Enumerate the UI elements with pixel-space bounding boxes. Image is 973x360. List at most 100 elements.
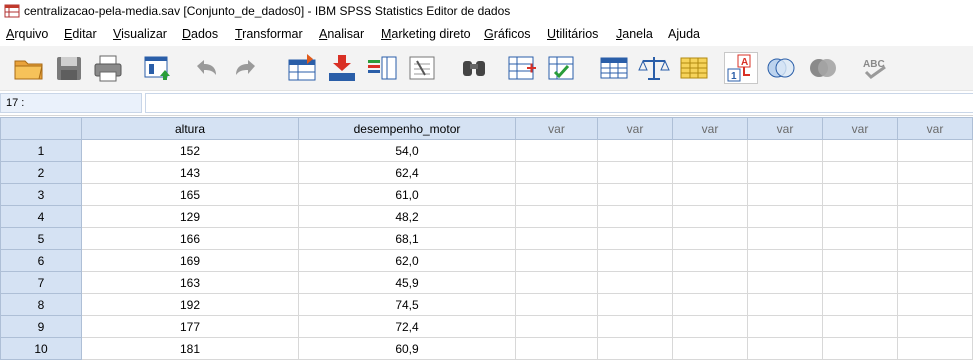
cell-empty[interactable] [822, 271, 898, 294]
cell-empty[interactable] [672, 293, 748, 316]
cell-empty[interactable] [597, 139, 673, 162]
cell-altura[interactable]: 177 [81, 315, 299, 338]
save-icon[interactable] [52, 52, 86, 84]
cell-desempenho-motor[interactable]: 62,0 [298, 249, 516, 272]
column-header-desempenho-motor[interactable]: desempenho_motor [298, 117, 516, 140]
cell-empty[interactable] [515, 227, 598, 250]
cell-empty[interactable] [747, 161, 823, 184]
cell-desempenho-motor[interactable]: 60,9 [298, 337, 516, 360]
cell-altura[interactable]: 166 [81, 227, 299, 250]
cell-empty[interactable] [747, 293, 823, 316]
menu-editar[interactable]: Editar [64, 27, 97, 41]
cell-desempenho-motor[interactable]: 68,1 [298, 227, 516, 250]
cell-desempenho-motor[interactable]: 62,4 [298, 161, 516, 184]
undo-icon[interactable] [189, 52, 223, 84]
cell-empty[interactable] [672, 139, 748, 162]
cell-empty[interactable] [897, 315, 973, 338]
cell-empty[interactable] [747, 315, 823, 338]
cell-empty[interactable] [597, 183, 673, 206]
find-icon[interactable] [457, 52, 491, 84]
cell-altura[interactable]: 192 [81, 293, 299, 316]
cell-empty[interactable] [822, 183, 898, 206]
cell-empty[interactable] [515, 139, 598, 162]
menu-transformar[interactable]: Transformar [235, 27, 303, 41]
cell-altura[interactable]: 169 [81, 249, 299, 272]
row-number-header[interactable]: 9 [0, 315, 82, 338]
cell-empty[interactable] [822, 161, 898, 184]
menu-graficos[interactable]: Gráficos [484, 27, 531, 41]
split-file-icon[interactable] [597, 52, 631, 84]
cell-empty[interactable] [515, 271, 598, 294]
cell-empty[interactable] [897, 227, 973, 250]
cell-altura[interactable]: 181 [81, 337, 299, 360]
row-number-header[interactable]: 7 [0, 271, 82, 294]
cell-empty[interactable] [897, 139, 973, 162]
cell-desempenho-motor[interactable]: 72,4 [298, 315, 516, 338]
menu-dados[interactable]: Dados [182, 27, 218, 41]
cell-value-input[interactable] [145, 93, 973, 113]
open-folder-icon[interactable] [12, 52, 46, 84]
cell-empty[interactable] [515, 183, 598, 206]
cell-desempenho-motor[interactable]: 74,5 [298, 293, 516, 316]
spell-check-icon[interactable]: ABC [858, 52, 892, 84]
column-header-var[interactable]: var [747, 117, 823, 140]
variables-icon[interactable] [365, 52, 399, 84]
go-to-case-icon[interactable] [285, 52, 319, 84]
cell-empty[interactable] [897, 337, 973, 360]
recall-dialog-icon[interactable] [141, 52, 175, 84]
cell-empty[interactable] [672, 183, 748, 206]
cell-empty[interactable] [597, 293, 673, 316]
cell-empty[interactable] [897, 293, 973, 316]
cell-empty[interactable] [897, 205, 973, 228]
cell-empty[interactable] [822, 249, 898, 272]
row-number-header[interactable]: 8 [0, 293, 82, 316]
menu-ajuda[interactable]: Ajuda [668, 27, 700, 41]
cell-empty[interactable] [822, 315, 898, 338]
value-labels-icon[interactable]: A1 [724, 52, 758, 84]
column-header-var[interactable]: var [897, 117, 973, 140]
show-all-variables-icon[interactable] [806, 52, 840, 84]
row-number-header[interactable]: 3 [0, 183, 82, 206]
menu-utilitarios[interactable]: Utilitários [547, 27, 598, 41]
grid-corner[interactable] [0, 117, 82, 140]
go-to-variable-icon[interactable] [325, 52, 359, 84]
print-icon[interactable] [91, 52, 125, 84]
redo-icon[interactable] [229, 52, 263, 84]
cell-empty[interactable] [747, 139, 823, 162]
cell-empty[interactable] [597, 271, 673, 294]
cell-empty[interactable] [822, 337, 898, 360]
cell-empty[interactable] [515, 315, 598, 338]
menu-arquivo[interactable]: Arquivo [6, 27, 48, 41]
cell-altura[interactable]: 152 [81, 139, 299, 162]
cell-empty[interactable] [515, 293, 598, 316]
cell-desempenho-motor[interactable]: 45,9 [298, 271, 516, 294]
cell-empty[interactable] [897, 249, 973, 272]
select-cases-icon[interactable] [677, 52, 711, 84]
run-descriptives-icon[interactable] [405, 52, 439, 84]
cell-desempenho-motor[interactable]: 54,0 [298, 139, 516, 162]
use-variable-sets-icon[interactable] [764, 52, 798, 84]
cell-altura[interactable]: 165 [81, 183, 299, 206]
column-header-var[interactable]: var [672, 117, 748, 140]
cell-empty[interactable] [822, 293, 898, 316]
row-number-header[interactable]: 4 [0, 205, 82, 228]
cell-altura[interactable]: 163 [81, 271, 299, 294]
insert-variable-icon[interactable] [545, 52, 579, 84]
cell-empty[interactable] [597, 227, 673, 250]
cell-empty[interactable] [597, 205, 673, 228]
cell-empty[interactable] [747, 271, 823, 294]
cell-empty[interactable] [515, 249, 598, 272]
row-number-header[interactable]: 10 [0, 337, 82, 360]
cell-empty[interactable] [597, 337, 673, 360]
cell-empty[interactable] [672, 315, 748, 338]
cell-empty[interactable] [672, 337, 748, 360]
row-number-header[interactable]: 1 [0, 139, 82, 162]
cell-empty[interactable] [672, 249, 748, 272]
row-number-header[interactable]: 5 [0, 227, 82, 250]
cell-empty[interactable] [597, 249, 673, 272]
cell-empty[interactable] [747, 183, 823, 206]
column-header-altura[interactable]: altura [81, 117, 299, 140]
cell-empty[interactable] [897, 271, 973, 294]
cell-empty[interactable] [672, 227, 748, 250]
row-number-header[interactable]: 6 [0, 249, 82, 272]
